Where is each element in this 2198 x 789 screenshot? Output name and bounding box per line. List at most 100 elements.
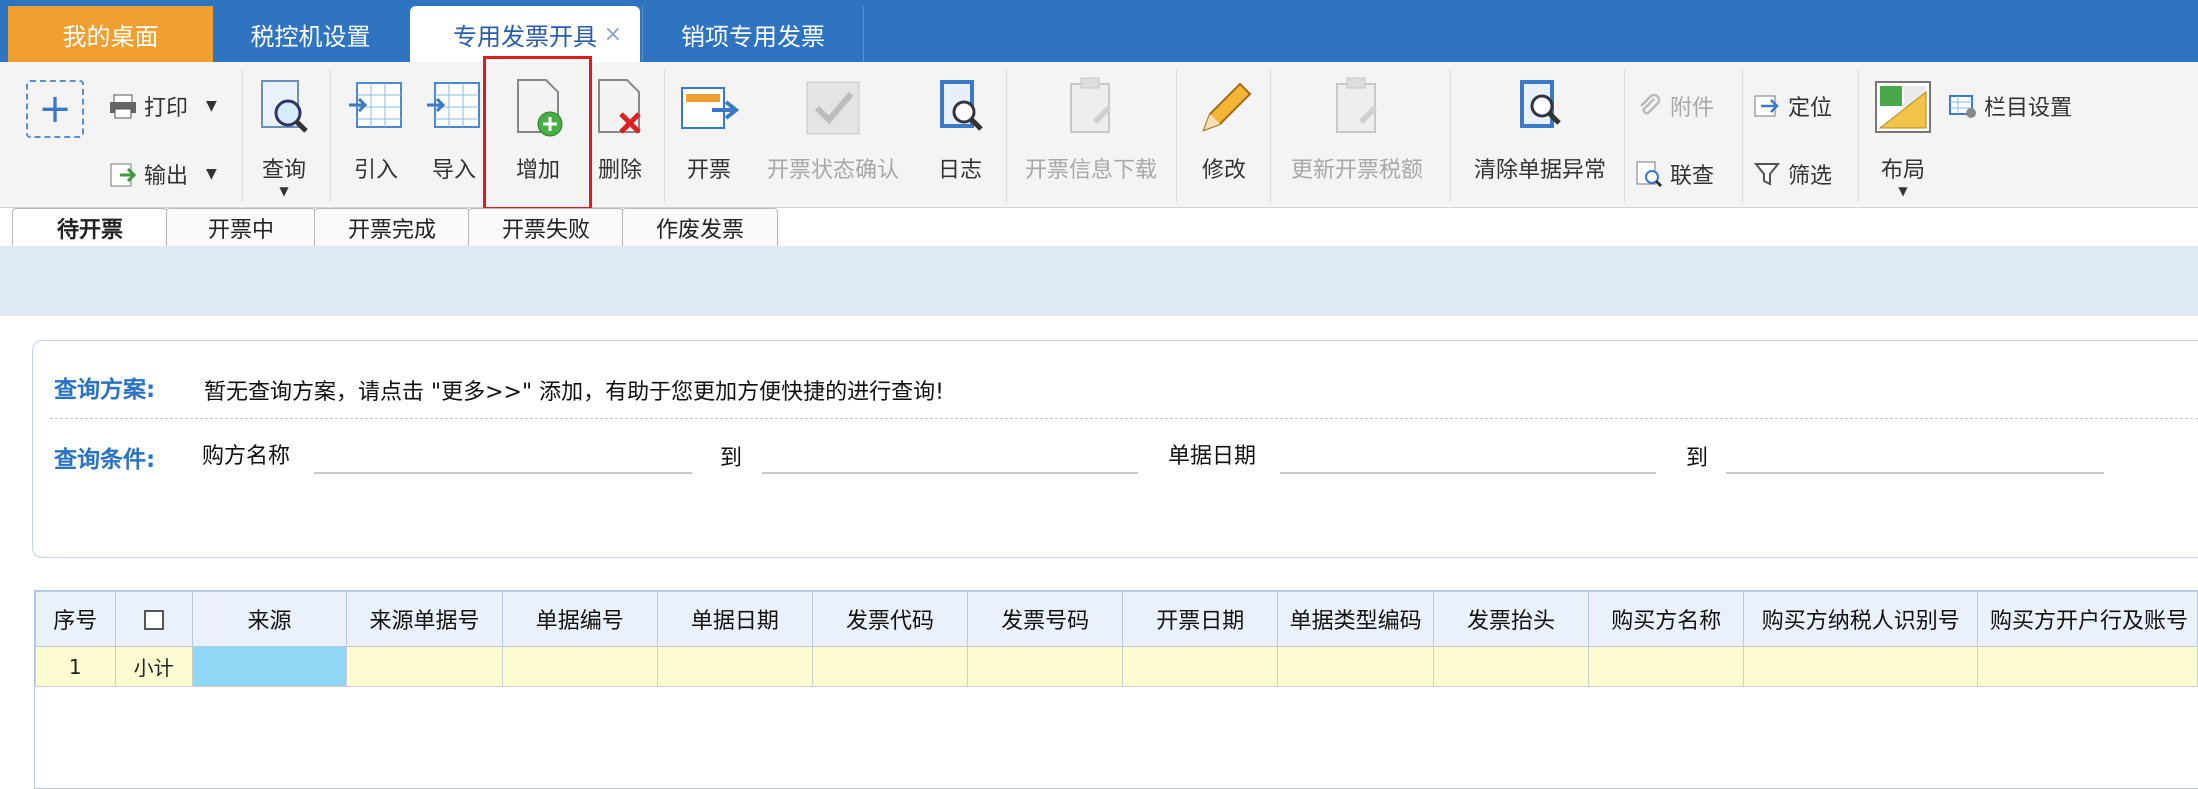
paperclip-icon (1634, 91, 1664, 121)
locate-icon (1752, 91, 1782, 121)
col-header[interactable]: 序号 (35, 591, 116, 647)
col-header[interactable]: 发票号码 (967, 591, 1124, 647)
status-subtabs: 待开票 开票中 开票完成 开票失败 作废发票 (0, 208, 2198, 246)
query-scheme-label: 查询方案: (54, 377, 156, 403)
col-header[interactable]: 开票日期 (1122, 591, 1279, 647)
tab-tax-device-settings[interactable]: 税控机设置 (213, 6, 408, 62)
clear-exception-button[interactable]: 清除单据异常 (1460, 72, 1620, 184)
printer-icon (108, 91, 138, 121)
invoice-issue-icon (678, 72, 740, 142)
to-label: 到 (720, 446, 743, 471)
layout-button[interactable]: 布局 ▼ (1872, 72, 1934, 198)
table-cell[interactable] (656, 646, 813, 687)
source-cell[interactable] (191, 646, 348, 687)
import-button[interactable]: 导入 (424, 72, 484, 184)
table-cell[interactable] (967, 646, 1124, 687)
divider (50, 418, 2198, 419)
filter-button[interactable]: 筛选 (1752, 158, 1832, 190)
tab-special-invoice-issue[interactable]: 专用发票开具 × (410, 6, 640, 62)
update-tax-amount-button[interactable]: 更新开票税额 (1282, 72, 1432, 184)
col-header[interactable]: 购买方开户行及账号 (1977, 591, 2198, 647)
linked-search-icon (1634, 159, 1664, 189)
query-scheme-hint: 暂无查询方案，请点击 "更多>>" 添加，有助于您更加方便快捷的进行查询! (204, 380, 944, 405)
table-cell[interactable] (811, 646, 969, 687)
buyer-name-to-field[interactable] (762, 472, 1138, 474)
add-new-button[interactable]: + (26, 80, 84, 138)
row-index: 1 (35, 646, 116, 687)
buyer-name-from-field[interactable] (314, 472, 692, 474)
delete-document-icon (591, 72, 649, 142)
modify-button[interactable]: 修改 (1194, 72, 1254, 184)
delete-button[interactable]: 删除 (590, 72, 650, 184)
subtab-failed[interactable]: 开票失败 (468, 208, 624, 246)
subtab-issued[interactable]: 开票完成 (314, 208, 470, 246)
query-condition-label: 查询条件: (54, 447, 156, 473)
issue-invoice-button[interactable]: 开票 (678, 72, 740, 184)
table-cell[interactable] (1122, 646, 1279, 687)
table-cell[interactable] (1977, 646, 2198, 687)
document-search-icon (1512, 72, 1568, 142)
checkmark-icon (803, 72, 863, 142)
table-cell[interactable] (1588, 646, 1745, 687)
col-header[interactable]: 发票代码 (811, 591, 969, 647)
issue-info-download-button[interactable]: 开票信息下载 (1016, 72, 1166, 184)
table-cell[interactable] (346, 646, 503, 687)
table-import-icon (347, 72, 405, 142)
invoice-table: 序号 来源 来源单据号 单据编号 单据日期 发票代码 发票号码 开票日期 单据类… (35, 591, 2198, 687)
attachment-button[interactable]: 附件 (1634, 90, 1714, 122)
link-query-button[interactable]: 联查 (1634, 158, 1714, 190)
print-button[interactable]: 打印 ▼ (108, 90, 217, 122)
to-label: 到 (1686, 446, 1709, 471)
col-header[interactable]: 来源单据号 (346, 591, 503, 647)
funnel-icon (1752, 159, 1782, 189)
content-header-band (0, 246, 2198, 316)
magnifier-doc-icon (256, 72, 312, 142)
chevron-down-icon: ▼ (206, 98, 217, 114)
table-header-row: 序号 来源 来源单据号 单据编号 单据日期 发票代码 发票号码 开票日期 单据类… (35, 591, 2198, 647)
column-settings-icon (1948, 91, 1978, 121)
import-in-button[interactable]: 引入 (346, 72, 406, 184)
col-header[interactable]: 单据类型编码 (1277, 591, 1434, 647)
log-search-icon (932, 72, 988, 142)
locate-button[interactable]: 定位 (1752, 90, 1832, 122)
export-icon (108, 159, 138, 189)
tab-sales-special-invoice[interactable]: 销项专用发票 (642, 6, 864, 62)
col-header[interactable]: 购买方纳税人识别号 (1743, 591, 1978, 647)
clipboard-icon (1063, 72, 1119, 142)
column-settings-button[interactable]: 栏目设置 (1948, 90, 2072, 122)
title-bar: 我的桌面 税控机设置 专用发票开具 × 销项专用发票 (0, 0, 2198, 62)
tab-my-desktop[interactable]: 我的桌面 (8, 6, 213, 62)
chevron-down-icon: ▼ (206, 166, 217, 182)
doc-date-to-field[interactable] (1726, 472, 2104, 474)
query-panel (32, 340, 2198, 558)
issue-status-confirm-button[interactable]: 开票状态确认 (758, 72, 908, 184)
chevron-down-icon: ▼ (1898, 184, 1908, 198)
pencil-icon (1194, 72, 1254, 142)
table-cell[interactable] (1743, 646, 1978, 687)
subtab-voided[interactable]: 作废发票 (622, 208, 778, 246)
subtab-pending[interactable]: 待开票 (12, 208, 168, 246)
table-cell[interactable] (1432, 646, 1590, 687)
col-header[interactable]: 单据编号 (501, 591, 658, 647)
col-header[interactable]: 发票抬头 (1432, 591, 1590, 647)
doc-date-label: 单据日期 (1168, 444, 1257, 469)
plus-icon: + (38, 86, 72, 132)
table-cell[interactable] (1277, 646, 1434, 687)
close-icon[interactable]: × (604, 22, 622, 47)
col-header[interactable]: 购买方名称 (1588, 591, 1745, 647)
table-cell[interactable] (501, 646, 658, 687)
doc-date-from-field[interactable] (1280, 472, 1656, 474)
clipboard-icon (1329, 72, 1385, 142)
output-button[interactable]: 输出 ▼ (108, 158, 217, 190)
col-header[interactable]: 单据日期 (656, 591, 813, 647)
buyer-name-label: 购方名称 (202, 444, 291, 469)
query-button[interactable]: 查询 ▼ (254, 72, 314, 198)
subtab-issuing[interactable]: 开票中 (166, 208, 316, 246)
log-button[interactable]: 日志 (930, 72, 990, 184)
col-header[interactable]: 来源 (191, 591, 348, 647)
add-button-highlight (483, 56, 592, 210)
row-subtotal: 小计 (114, 646, 193, 687)
table-row[interactable]: 1 小计 (35, 646, 2198, 687)
table-import-icon (425, 72, 483, 142)
select-all-checkbox[interactable] (114, 591, 193, 647)
